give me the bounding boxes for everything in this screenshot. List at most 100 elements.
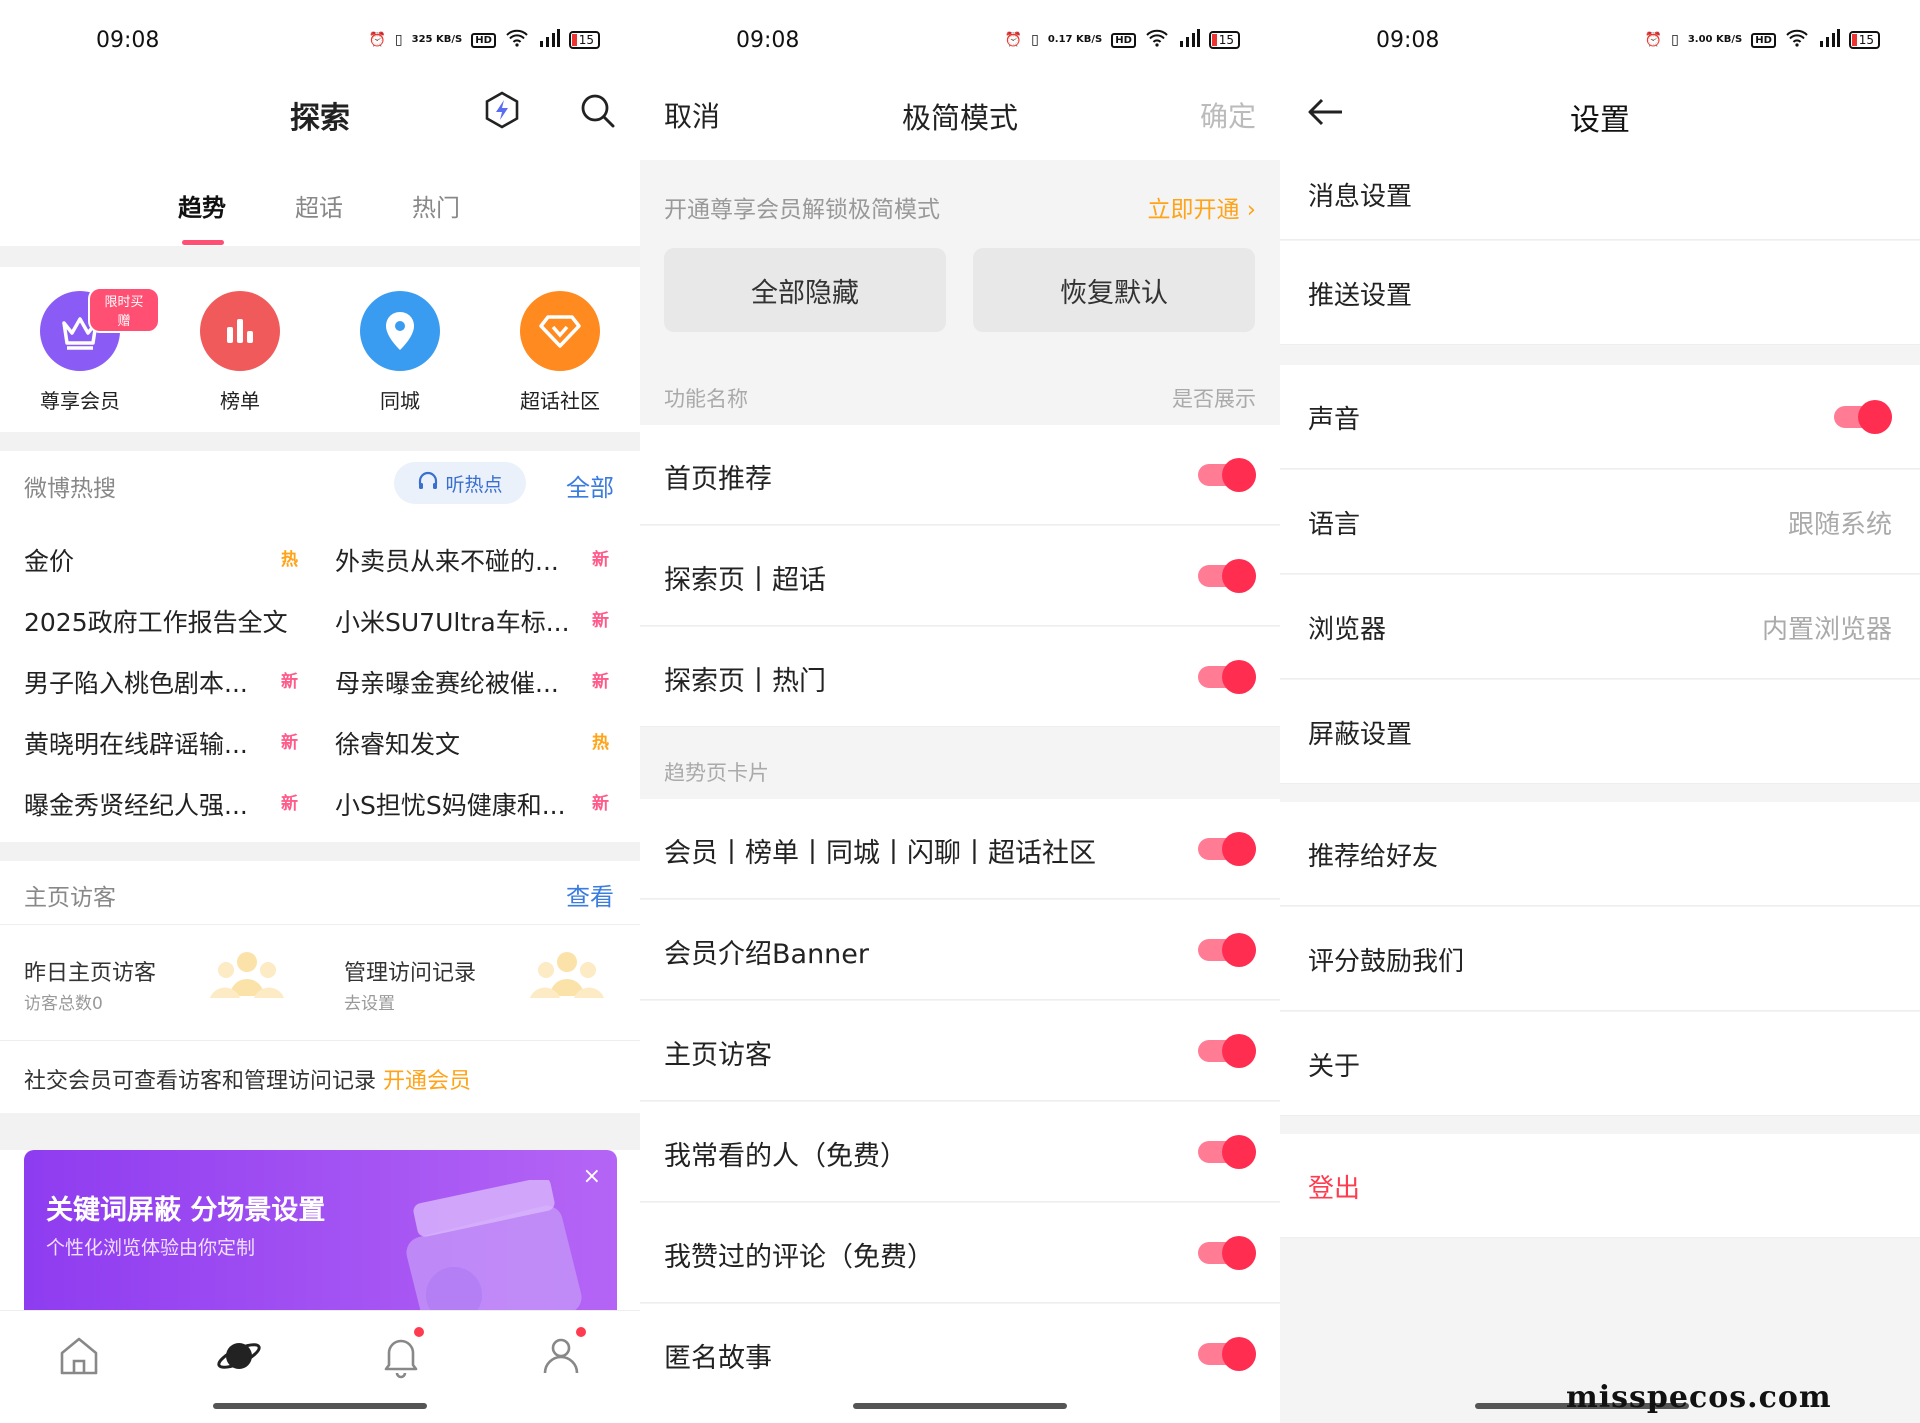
listen-hot-button[interactable]: 听热点 — [394, 462, 526, 504]
tab-indicator — [182, 240, 224, 245]
tab-trend[interactable]: 趋势 — [178, 188, 226, 223]
promo-badge: 限时买赠 — [88, 287, 160, 333]
notification-dot — [576, 1327, 586, 1337]
show-toggle[interactable] — [1198, 1337, 1256, 1371]
hot-search-item[interactable]: 2025政府工作报告全文 — [24, 603, 288, 639]
show-toggle[interactable] — [1198, 458, 1256, 492]
explore-panel: 09:08 ⏰ ▯ 325 KB/S HD 15 探索 趋势 超话 热门 尊享会… — [0, 0, 640, 1423]
settings-label: 语言 — [1308, 510, 1361, 540]
hide-all-button[interactable]: 全部隐藏 — [664, 248, 946, 332]
status-time: 09:08 — [1376, 27, 1440, 53]
hot-search-item[interactable]: 徐睿知发文 — [335, 725, 460, 761]
section-title: 主页访客 — [24, 885, 116, 911]
visitor-card-sub: 访客总数0 — [24, 994, 103, 1014]
settings-row-language[interactable]: 语言 跟随系统 — [1280, 470, 1920, 574]
quick-entry-ranking[interactable]: 榜单 — [160, 267, 320, 414]
show-toggle[interactable] — [1198, 1236, 1256, 1270]
wifi-icon — [1145, 29, 1169, 51]
restore-default-button[interactable]: 恢复默认 — [973, 248, 1255, 332]
settings-label: 推荐给好友 — [1308, 842, 1439, 872]
explore-tabs: 趋势 超话 热门 — [0, 188, 640, 238]
hot-search-item[interactable]: 黄晓明在线辟谣输... — [24, 725, 248, 761]
hot-search-item[interactable]: 外卖员从来不碰的... — [335, 542, 559, 578]
page-title: 探索 — [290, 101, 350, 136]
settings-value: 跟随系统 — [1787, 510, 1892, 540]
new-tag: 新 — [281, 672, 298, 692]
hot-all-link[interactable]: 全部 — [566, 468, 614, 503]
net-speed: 325 KB/S — [411, 34, 463, 45]
feature-label: 会员介绍Banner — [664, 939, 870, 970]
banner-title: 关键词屏蔽 分场景设置 — [46, 1195, 326, 1226]
quick-entry-community[interactable]: 超话社区 — [480, 267, 640, 414]
settings-panel: 09:08 ⏰ ▯ 3.00 KB/S HD 15 设置 消息设置 推送设置 声… — [1280, 0, 1920, 1423]
feature-label: 会员丨榜单丨同城丨闪聊丨超话社区 — [664, 838, 1096, 869]
show-toggle[interactable] — [1198, 832, 1256, 866]
crowd-icon — [530, 952, 604, 998]
vibrate-icon: ▯ — [1671, 32, 1679, 48]
cancel-button[interactable]: 取消 — [664, 95, 720, 135]
visitor-view-link[interactable]: 查看 — [566, 877, 614, 912]
new-tag: 新 — [281, 733, 298, 753]
settings-row-message[interactable]: 消息设置 — [1280, 160, 1920, 240]
tab-hot[interactable]: 热门 — [412, 188, 460, 223]
settings-row-rate[interactable]: 评分鼓励我们 — [1280, 907, 1920, 1011]
new-tag: 新 — [592, 611, 609, 631]
alarm-icon: ⏰ — [1004, 32, 1023, 48]
feature-row: 首页推荐 — [640, 425, 1280, 525]
sound-toggle[interactable] — [1834, 400, 1892, 434]
bell-icon[interactable] — [376, 1331, 426, 1381]
vip-unlock-text: 开通尊享会员解锁极简模式 — [664, 197, 940, 223]
home-indicator — [853, 1403, 1067, 1409]
settings-value: 内置浏览器 — [1761, 615, 1892, 645]
feature-row: 会员介绍Banner — [640, 900, 1280, 1000]
status-bar: 09:08 ⏰ ▯ 3.00 KB/S HD 15 — [1280, 0, 1920, 80]
settings-row-browser[interactable]: 浏览器 内置浏览器 — [1280, 575, 1920, 679]
battery-icon: 15 — [1208, 31, 1240, 49]
confirm-button[interactable]: 确定 — [1200, 95, 1256, 135]
show-toggle[interactable] — [1198, 933, 1256, 967]
wifi-icon — [505, 29, 529, 51]
profile-icon[interactable] — [536, 1331, 586, 1381]
settings-row-push[interactable]: 推送设置 — [1280, 241, 1920, 345]
hot-search-item[interactable]: 曝金秀贤经纪人强... — [24, 786, 248, 822]
hot-search-item[interactable]: 金价 — [24, 542, 74, 578]
show-toggle[interactable] — [1198, 1034, 1256, 1068]
new-tag: 新 — [592, 672, 609, 692]
page-title: 极简模式 — [901, 101, 1018, 135]
new-tag: 新 — [592, 794, 609, 814]
hot-search-item[interactable]: 男子陷入桃色剧本... — [24, 664, 248, 700]
notice-text: 社交会员可查看访客和管理访问记录 — [24, 1069, 377, 1094]
home-indicator — [213, 1403, 427, 1409]
vibrate-icon: ▯ — [394, 32, 403, 48]
visitor-card-sub: 去设置 — [344, 994, 395, 1014]
tab-super-topic[interactable]: 超话 — [295, 188, 343, 223]
settings-label: 消息设置 — [1308, 182, 1413, 212]
quick-entry-label: 超话社区 — [520, 389, 600, 413]
hd-icon: HD — [1751, 32, 1776, 48]
show-toggle[interactable] — [1198, 660, 1256, 694]
quick-entry-vip[interactable]: 尊享会员 限时买赠 — [0, 267, 160, 414]
settings-row-block[interactable]: 屏蔽设置 — [1280, 680, 1920, 784]
hot-search-item[interactable]: 母亲曝金赛纶被催... — [335, 664, 559, 700]
net-speed: 3.00 KB/S — [1687, 34, 1743, 45]
planet-icon[interactable] — [214, 1331, 264, 1381]
new-tag: 新 — [592, 550, 609, 570]
logout-button[interactable]: 登出 — [1280, 1134, 1920, 1238]
promo-banner[interactable]: 关键词屏蔽 分场景设置 个性化浏览体验由你定制 × — [24, 1150, 617, 1310]
new-tag: 新 — [281, 794, 298, 814]
open-membership-link[interactable]: 开通会员 — [383, 1069, 471, 1094]
show-toggle[interactable] — [1198, 559, 1256, 593]
settings-row-recommend[interactable]: 推荐给好友 — [1280, 802, 1920, 906]
home-icon[interactable] — [54, 1331, 104, 1381]
search-icon[interactable] — [577, 90, 617, 130]
show-toggle[interactable] — [1198, 1135, 1256, 1169]
bolt-hexagon-icon[interactable] — [482, 90, 522, 130]
settings-row-about[interactable]: 关于 — [1280, 1012, 1920, 1116]
feature-row: 探索页丨超话 — [640, 526, 1280, 626]
battery-icon: 15 — [1848, 31, 1880, 49]
feature-row: 我常看的人（免费） — [640, 1102, 1280, 1202]
hot-search-item[interactable]: 小S担忧S妈健康和... — [335, 786, 566, 822]
hot-search-item[interactable]: 小米SU7Ultra车标... — [335, 603, 570, 639]
open-now-link[interactable]: 立即开通 › — [1147, 190, 1256, 224]
quick-entry-nearby[interactable]: 同城 — [320, 267, 480, 414]
